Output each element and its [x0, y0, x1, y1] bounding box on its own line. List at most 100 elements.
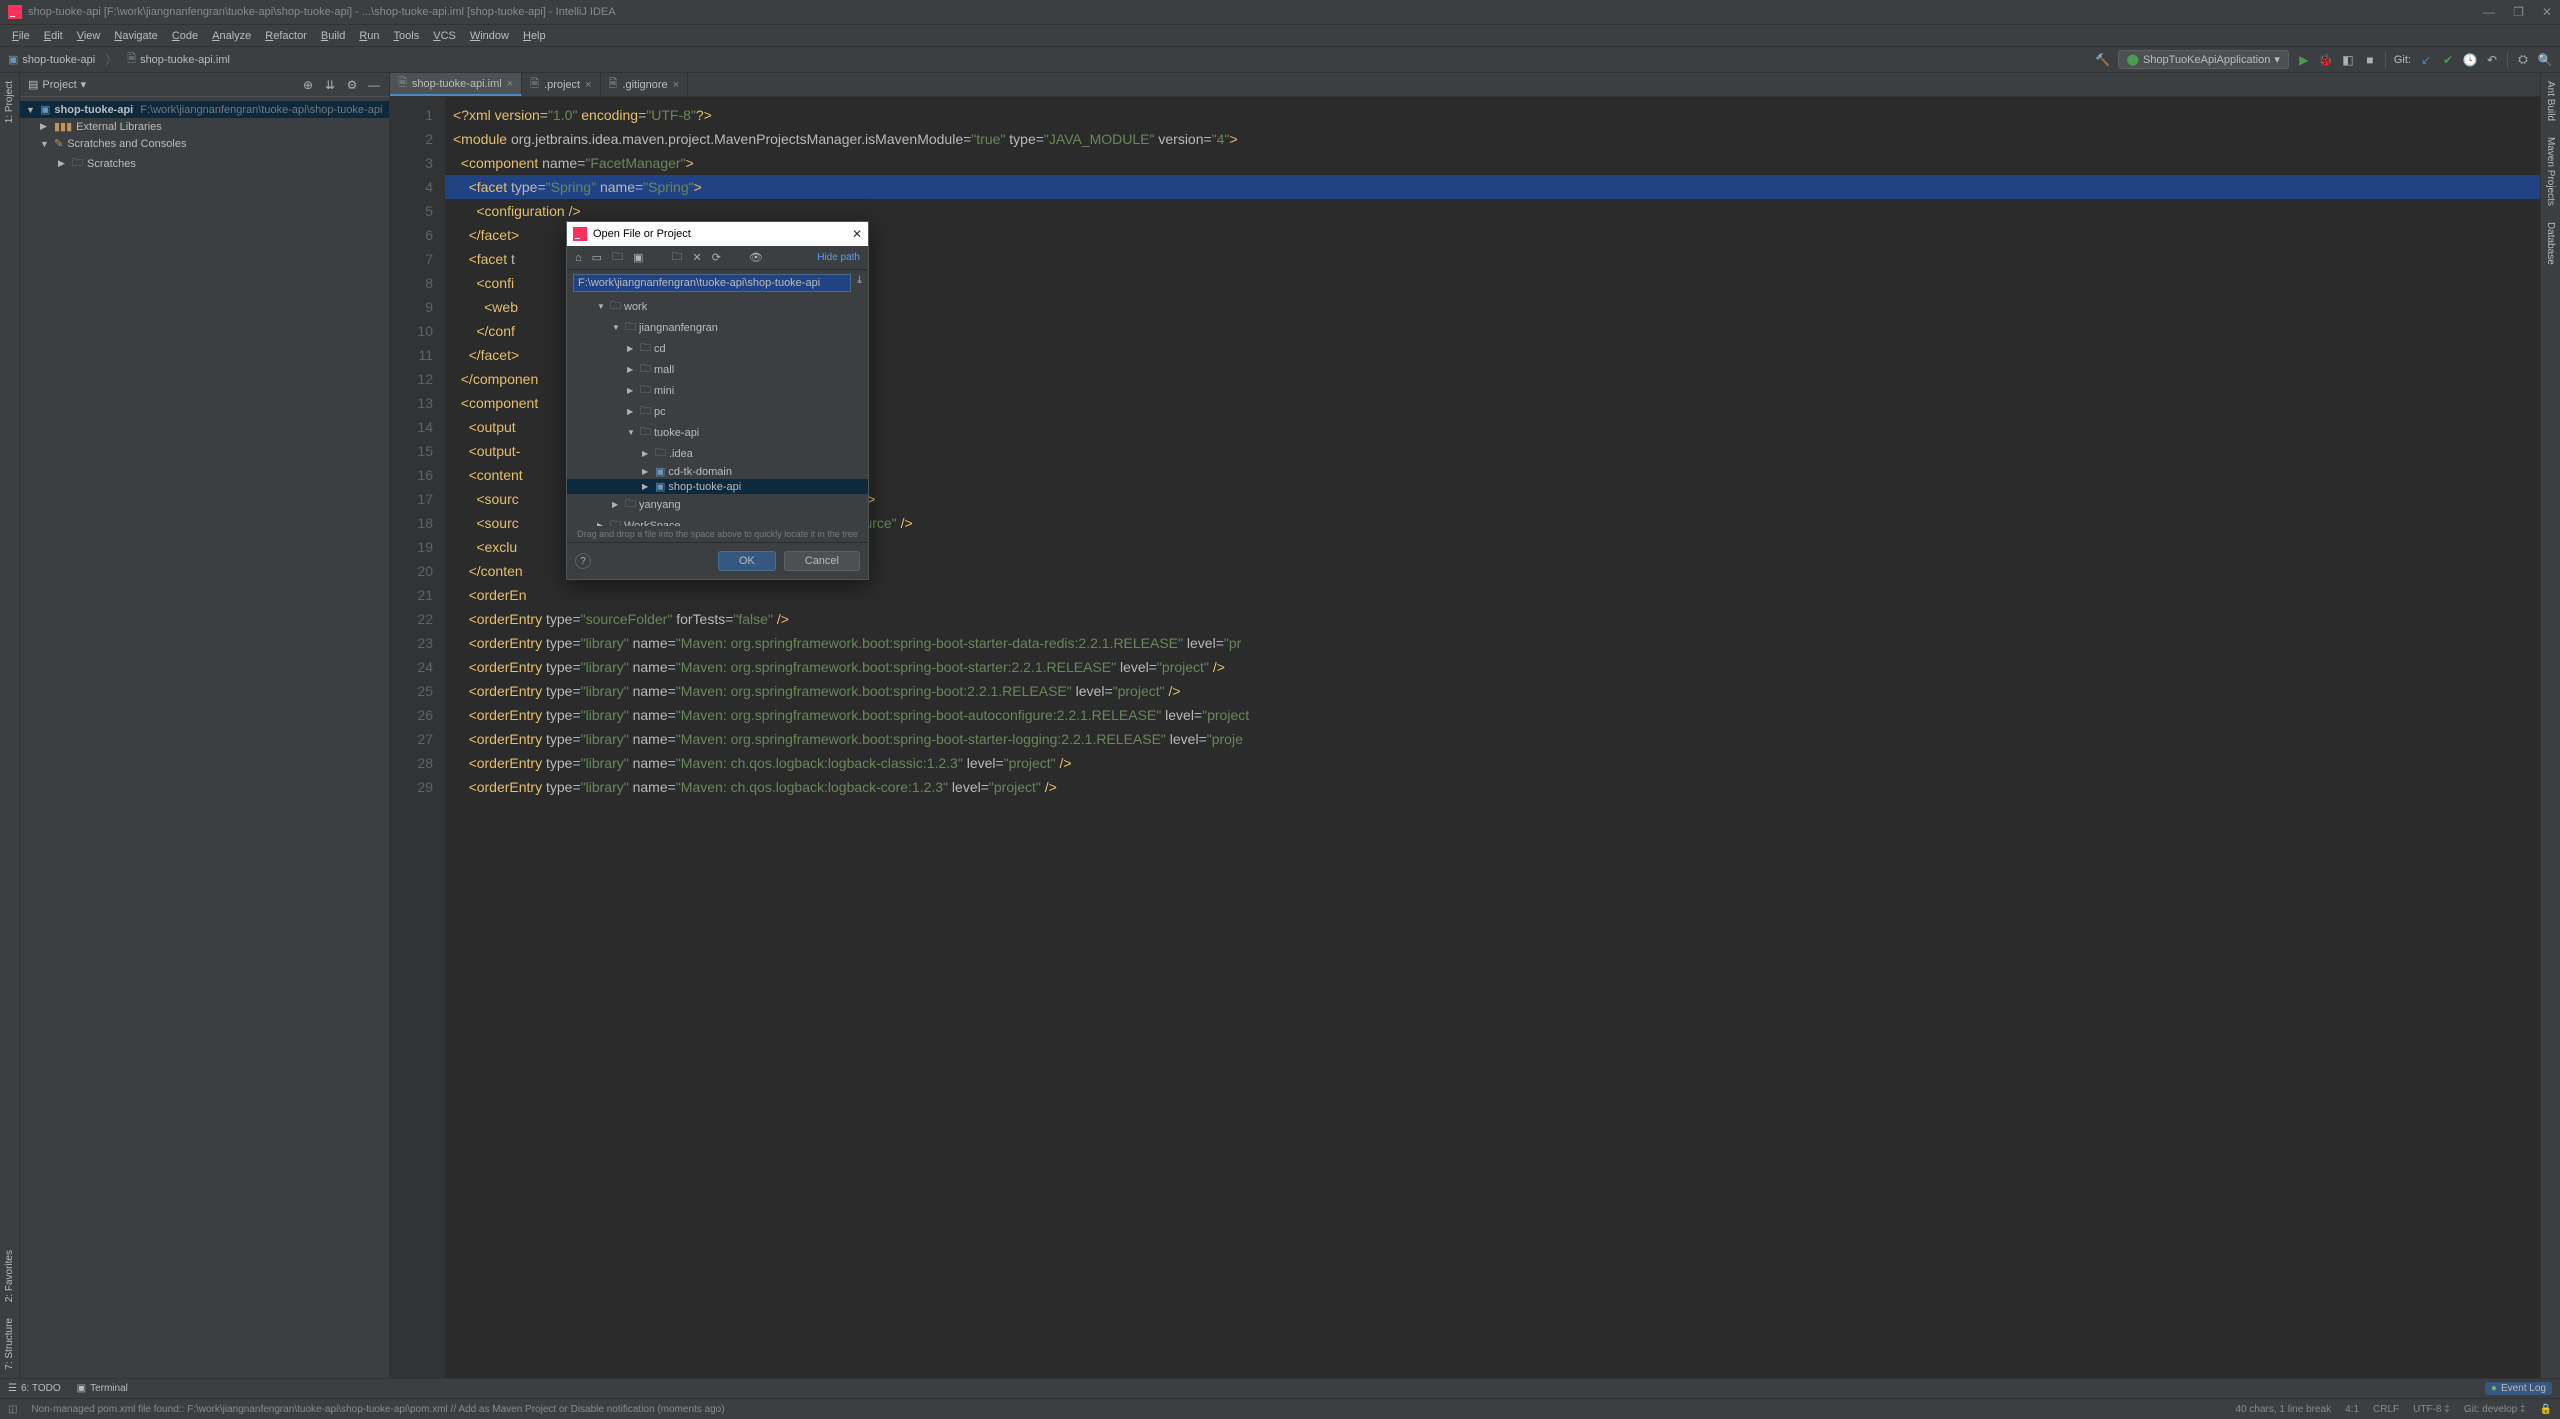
- statusbar-branch[interactable]: Git: develop ‡: [2464, 1404, 2526, 1415]
- menu-code[interactable]: Code: [166, 28, 204, 44]
- line-gutter: 1234567891011121314151617181920212223242…: [390, 97, 445, 1378]
- menubar: FileEditViewNavigateCodeAnalyzeRefactorB…: [0, 25, 2560, 47]
- module-dir-icon[interactable]: ▣: [633, 251, 643, 264]
- path-input[interactable]: [573, 274, 851, 292]
- event-log-tab[interactable]: ●Event Log: [2485, 1382, 2552, 1395]
- maximize-button[interactable]: ❐: [2513, 5, 2524, 19]
- chevron-down-icon: ▾: [2274, 53, 2280, 66]
- close-icon[interactable]: ×: [585, 79, 591, 91]
- dialog-tree-item[interactable]: ▶▣cd-tk-domain: [567, 464, 868, 479]
- run-icon[interactable]: ▶: [2297, 53, 2311, 67]
- project-panel-title: Project: [42, 79, 76, 91]
- dialog-tree-item[interactable]: ▼🗀work: [567, 296, 868, 317]
- new-folder-icon[interactable]: 🗀: [671, 248, 682, 267]
- menu-build[interactable]: Build: [315, 28, 351, 44]
- navbar: ▣ shop-tuoke-api〉🗎 shop-tuoke-api.iml 🔨 …: [0, 47, 2560, 73]
- git-commit-icon[interactable]: ✔: [2441, 53, 2455, 67]
- menu-view[interactable]: View: [71, 28, 107, 44]
- refresh-icon[interactable]: ⟳: [712, 251, 721, 264]
- chevron-down-icon[interactable]: ▾: [81, 78, 87, 91]
- dialog-tree-item[interactable]: ▼🗀jiangnanfengran: [567, 317, 868, 338]
- hide-path-link[interactable]: Hide path: [817, 252, 860, 263]
- gear-icon[interactable]: ⚙: [345, 78, 359, 92]
- menu-help[interactable]: Help: [517, 28, 552, 44]
- collapse-icon[interactable]: ⇊: [323, 78, 337, 92]
- minimize-button[interactable]: —: [2483, 5, 2495, 19]
- tool-tab[interactable]: 2: Favorites: [2, 1242, 17, 1310]
- lock-icon[interactable]: 🔒: [2540, 1404, 2552, 1415]
- dialog-tree-item[interactable]: ▶🗀pc: [567, 401, 868, 422]
- tree-scratches[interactable]: ▼ ✎ Scratches and Consoles: [20, 135, 389, 152]
- dialog-tree-item[interactable]: ▶🗀mall: [567, 359, 868, 380]
- home-icon[interactable]: ⌂: [575, 252, 582, 264]
- path-dropdown-icon[interactable]: ⤓: [857, 274, 862, 292]
- dialog-titlebar[interactable]: Open File or Project ✕: [567, 222, 868, 246]
- dialog-tree-item[interactable]: ▶🗀.idea: [567, 443, 868, 464]
- stop-icon[interactable]: ■: [2363, 53, 2377, 67]
- menu-analyze[interactable]: Analyze: [206, 28, 257, 44]
- dialog-tree-item[interactable]: ▶🗀yanyang: [567, 494, 868, 515]
- close-icon[interactable]: ×: [507, 78, 513, 90]
- statusbar-position[interactable]: 4:1: [2345, 1404, 2359, 1415]
- right-gutter: Ant BuildMaven ProjectsDatabase: [2540, 73, 2560, 1378]
- git-update-icon[interactable]: ↙: [2419, 53, 2433, 67]
- git-revert-icon[interactable]: ↶: [2485, 53, 2499, 67]
- project-structure-icon[interactable]: ⛭: [2516, 53, 2530, 67]
- menu-window[interactable]: Window: [464, 28, 515, 44]
- statusbar-toggle-icon[interactable]: ◫: [8, 1404, 17, 1415]
- delete-icon[interactable]: ✕: [692, 251, 701, 264]
- statusbar-message: Non-managed pom.xml file found:: F:\work…: [31, 1404, 724, 1415]
- dialog-tree-item[interactable]: ▶🗀cd: [567, 338, 868, 359]
- dialog-tree-item[interactable]: ▶▣shop-tuoke-api: [567, 479, 868, 494]
- desktop-icon[interactable]: ▭: [592, 251, 602, 264]
- git-history-icon[interactable]: 🕓: [2463, 53, 2477, 67]
- tool-tab[interactable]: Database: [2543, 214, 2558, 273]
- dialog-tree-item[interactable]: ▶🗀mini: [567, 380, 868, 401]
- module-icon: ▣: [40, 103, 50, 116]
- run-config-dropdown[interactable]: ⬤ ShopTuoKeApiApplication ▾: [2118, 50, 2289, 69]
- editor-tab[interactable]: 🗎.project×: [522, 73, 600, 96]
- tool-tab[interactable]: 7: Structure: [2, 1310, 17, 1378]
- tree-external-libs[interactable]: ▶ ▮▮▮ External Libraries: [20, 118, 389, 135]
- menu-navigate[interactable]: Navigate: [108, 28, 163, 44]
- todo-tab[interactable]: ☰6: TODO: [8, 1383, 61, 1394]
- statusbar-line-sep[interactable]: CRLF: [2373, 1404, 2399, 1415]
- menu-file[interactable]: File: [6, 28, 36, 44]
- coverage-icon[interactable]: ◧: [2341, 53, 2355, 67]
- menu-refactor[interactable]: Refactor: [259, 28, 313, 44]
- tree-scratches-folder[interactable]: ▶ 🗀 Scratches: [20, 152, 389, 175]
- scroll-from-source-icon[interactable]: ⊕: [301, 78, 315, 92]
- menu-tools[interactable]: Tools: [388, 28, 426, 44]
- help-button[interactable]: ?: [575, 553, 591, 569]
- dialog-tree-item[interactable]: ▶🗀WorkSpace: [567, 515, 868, 526]
- project-dir-icon[interactable]: 🗀: [612, 248, 623, 267]
- editor-tab[interactable]: 🗎shop-tuoke-api.iml×: [390, 73, 522, 96]
- menu-vcs[interactable]: VCS: [427, 28, 462, 44]
- close-button[interactable]: ✕: [2542, 5, 2552, 19]
- tree-root[interactable]: ▼ ▣ shop-tuoke-api F:\work\jiangnanfengr…: [20, 101, 389, 118]
- breadcrumb[interactable]: ▣ shop-tuoke-api: [8, 53, 95, 66]
- run-config-icon: ⬤: [2127, 53, 2139, 66]
- menu-edit[interactable]: Edit: [38, 28, 69, 44]
- cancel-button[interactable]: Cancel: [784, 551, 860, 571]
- breadcrumb[interactable]: 🗎 shop-tuoke-api.iml: [127, 50, 230, 69]
- tool-tab[interactable]: Maven Projects: [2543, 129, 2558, 214]
- hide-icon[interactable]: —: [367, 78, 381, 92]
- statusbar-encoding[interactable]: UTF-8 ‡: [2413, 1404, 2450, 1415]
- search-everywhere-icon[interactable]: 🔍: [2538, 53, 2552, 67]
- dialog-file-tree[interactable]: ▼🗀work▼🗀jiangnanfengran▶🗀cd▶🗀mall▶🗀mini▶…: [567, 296, 868, 526]
- dialog-hint: Drag and drop a file into the space abov…: [567, 526, 868, 542]
- dialog-tree-item[interactable]: ▼🗀tuoke-api: [567, 422, 868, 443]
- tool-tab[interactable]: 1: Project: [2, 73, 17, 131]
- project-tree[interactable]: ▼ ▣ shop-tuoke-api F:\work\jiangnanfengr…: [20, 97, 389, 179]
- build-icon[interactable]: 🔨: [2096, 53, 2110, 67]
- dialog-close-button[interactable]: ✕: [852, 227, 862, 241]
- debug-icon[interactable]: 🐞: [2319, 53, 2333, 67]
- ok-button[interactable]: OK: [718, 551, 776, 571]
- editor-tab[interactable]: 🗎.gitignore×: [601, 73, 689, 96]
- show-hidden-icon[interactable]: 👁: [749, 251, 763, 264]
- terminal-tab[interactable]: ▣Terminal: [77, 1383, 128, 1394]
- close-icon[interactable]: ×: [673, 79, 679, 91]
- menu-run[interactable]: Run: [353, 28, 385, 44]
- tool-tab[interactable]: Ant Build: [2543, 73, 2558, 129]
